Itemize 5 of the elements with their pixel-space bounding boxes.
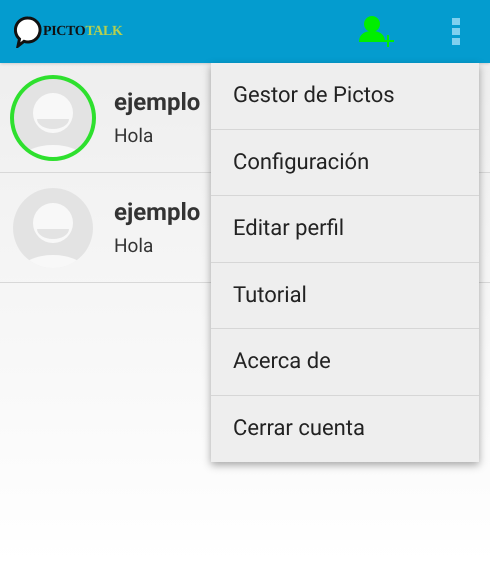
contact-name: ejemplo: [114, 90, 200, 114]
contact-message: Hola: [114, 126, 154, 145]
contact-message: Hola: [114, 236, 154, 255]
logo-text: PICTOTALK: [43, 23, 123, 41]
contact-name: ejemplo: [114, 200, 200, 224]
